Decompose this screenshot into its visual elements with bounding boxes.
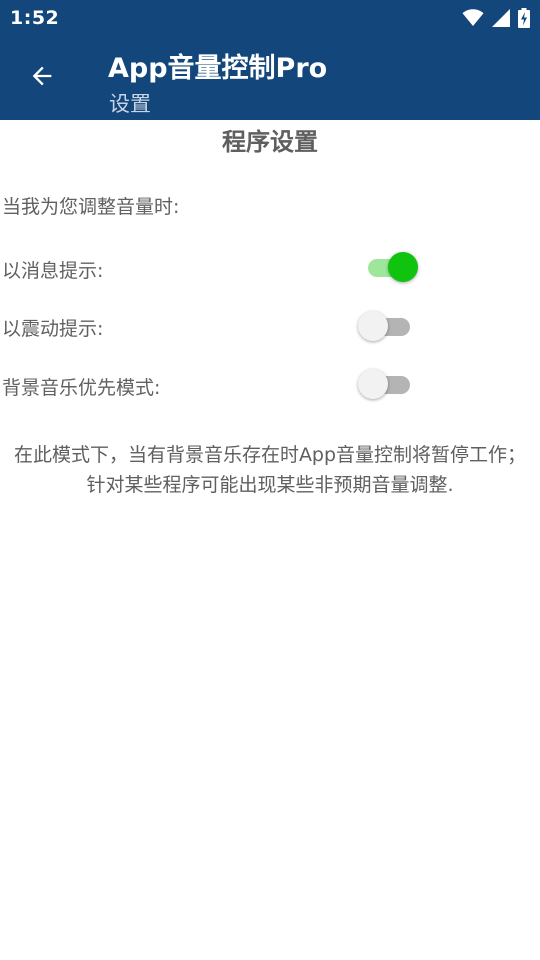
settings-screen: 1:52 App音量控制Pro 设置 程序设置 当我为您调整音量时: 以消息提示… — [0, 0, 540, 960]
background-music-priority-toggle[interactable] — [358, 367, 420, 401]
signal-icon — [492, 9, 510, 27]
app-subtitle: 设置 — [109, 92, 151, 116]
background-music-priority-label: 背景音乐优先模式: — [2, 377, 161, 399]
message-notify-label: 以消息提示: — [2, 260, 104, 282]
message-notify-toggle[interactable] — [360, 250, 420, 284]
arrow-back-icon — [28, 62, 56, 94]
status-time: 1:52 — [10, 7, 60, 29]
app-title: App音量控制Pro — [108, 53, 328, 84]
toggle-thumb — [358, 311, 388, 341]
battery-charging-icon — [518, 8, 530, 28]
status-bar: 1:52 — [0, 0, 540, 36]
toggle-thumb — [358, 369, 388, 399]
back-button[interactable] — [18, 54, 66, 102]
vibrate-notify-label: 以震动提示: — [2, 318, 104, 340]
status-icons — [462, 7, 530, 29]
section-title: 程序设置 — [222, 128, 318, 156]
app-bar: App音量控制Pro 设置 — [0, 36, 540, 120]
wifi-icon — [462, 9, 484, 27]
toggle-thumb — [388, 252, 418, 282]
volume-adjust-label: 当我为您调整音量时: — [2, 196, 180, 218]
mode-description: 在此模式下，当有背景音乐存在时App音量控制将暂停工作；针对某些程序可能出现某些… — [13, 444, 527, 496]
vibrate-notify-toggle[interactable] — [358, 309, 420, 343]
